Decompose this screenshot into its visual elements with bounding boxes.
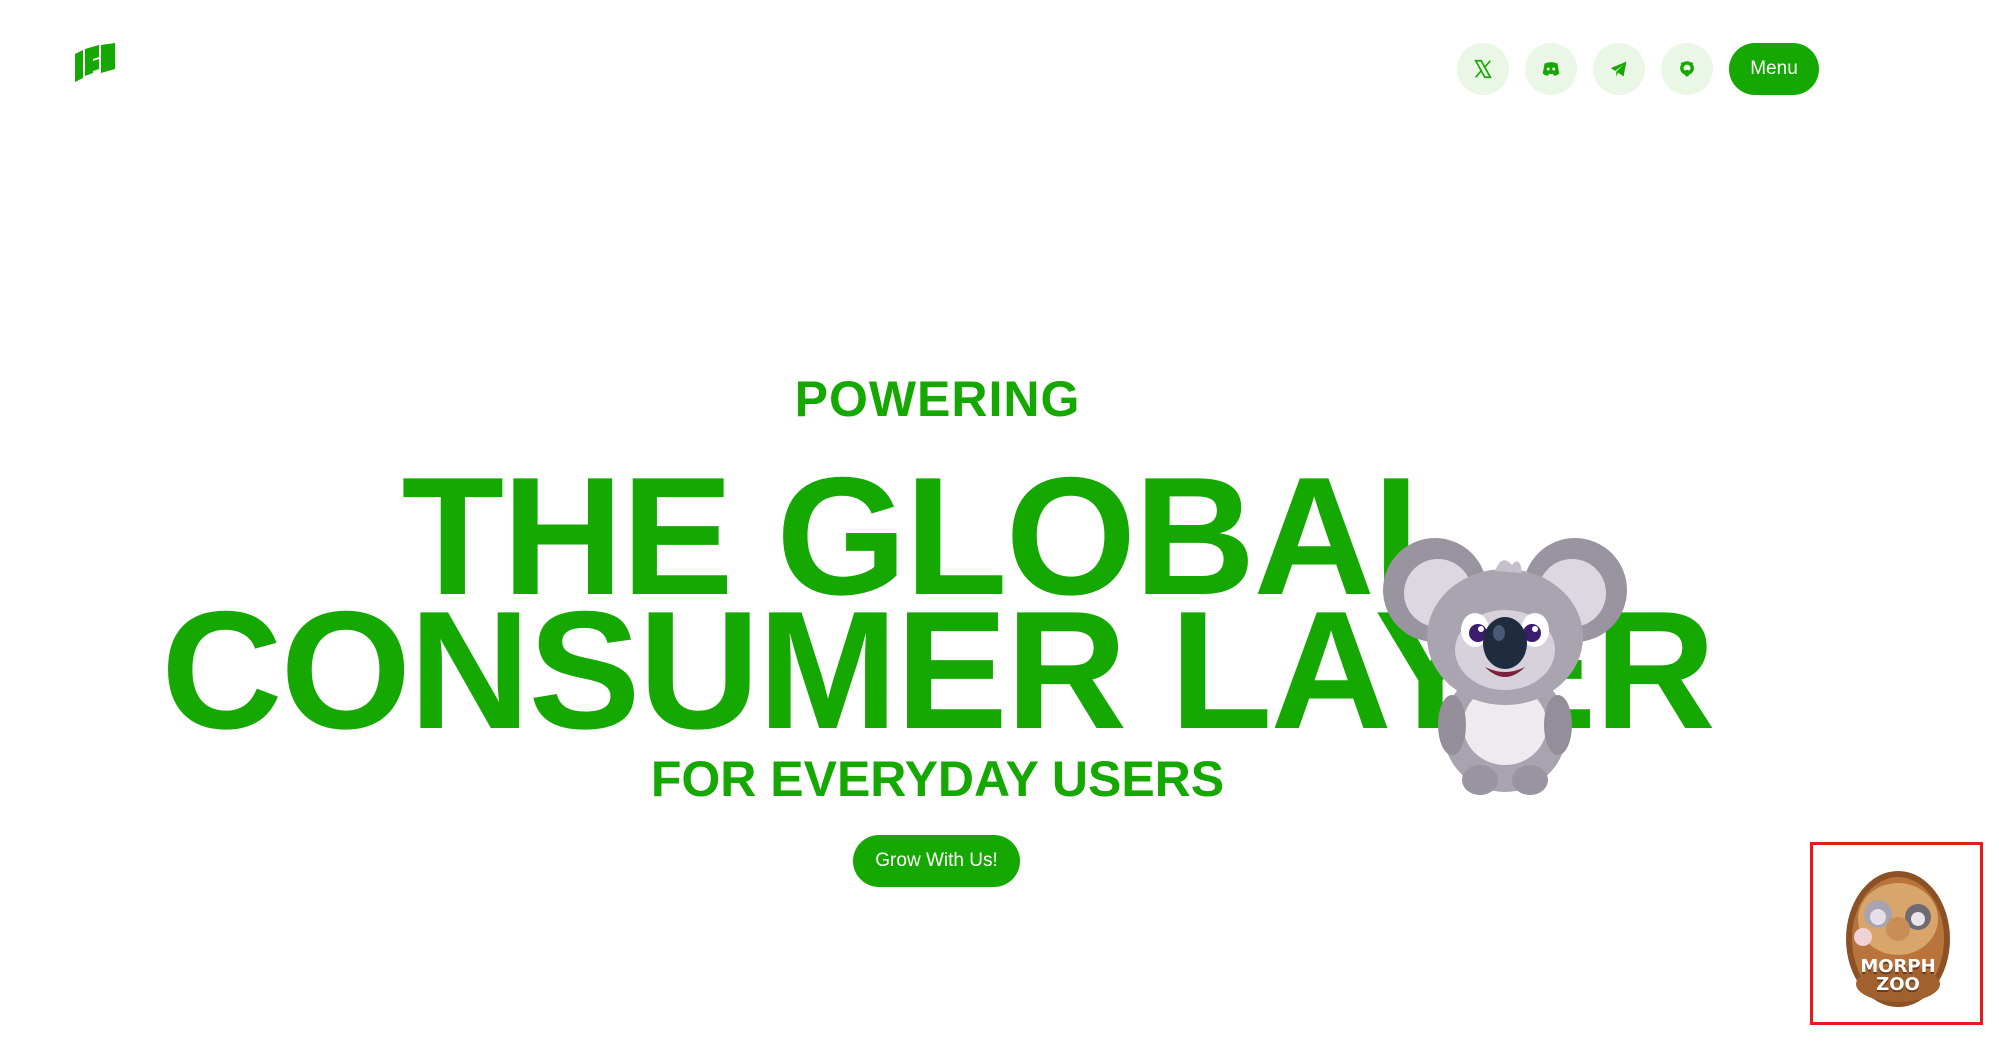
koala-mascot-icon bbox=[1383, 538, 1627, 795]
morph-zoo-title: MORPH ZOO bbox=[1843, 958, 1953, 994]
hero-eyebrow: POWERING bbox=[794, 371, 1081, 427]
hero-section: POWERING THE GLOBAL CONSUMER LAYER FOR E… bbox=[0, 0, 1999, 1055]
morph-zoo-title-line-2: ZOO bbox=[1876, 974, 1920, 995]
grow-with-us-button[interactable]: Grow With Us! bbox=[853, 835, 1020, 887]
